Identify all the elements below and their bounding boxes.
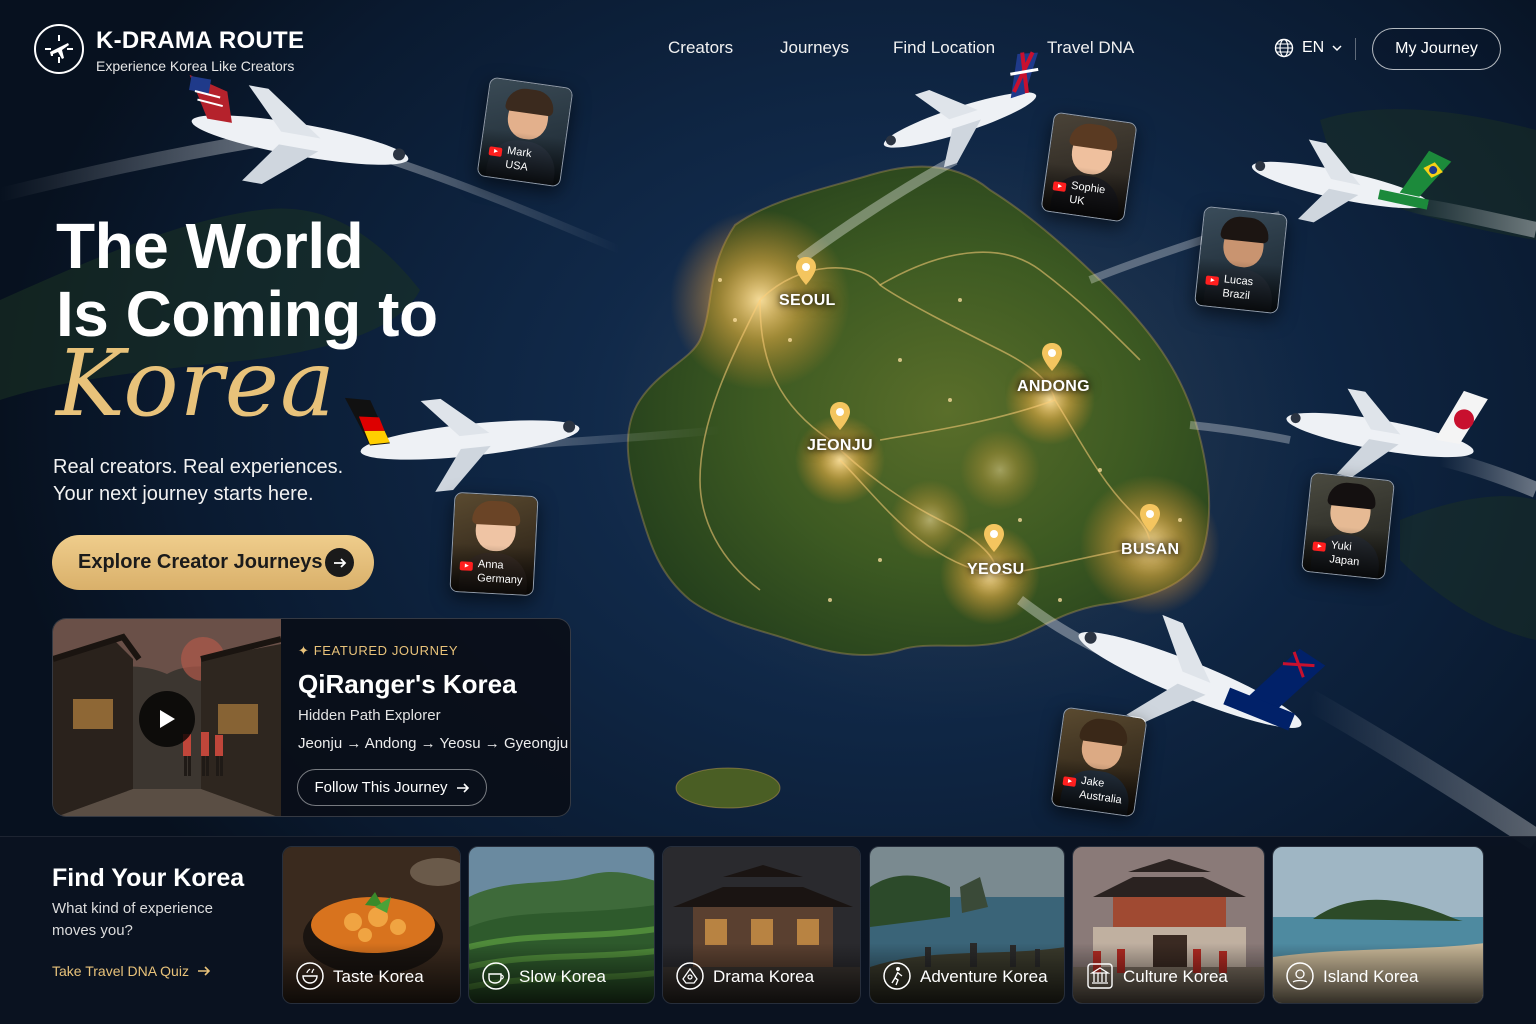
featured-subtitle: Hidden Path Explorer — [298, 707, 441, 724]
pin-andong-icon[interactable] — [1041, 342, 1063, 372]
globe-icon — [1274, 38, 1294, 58]
palace-icon — [1087, 963, 1113, 989]
featured-title: QiRanger's Korea — [298, 669, 517, 699]
brand-subtitle: Experience Korea Like Creators — [96, 58, 295, 74]
island-icon — [1286, 962, 1314, 990]
category-adventure-korea[interactable]: Adventure Korea — [869, 846, 1065, 1004]
nav-find-location[interactable]: Find Location — [893, 38, 995, 58]
category-drama-korea[interactable]: Drama Korea — [662, 846, 861, 1004]
hero-title-script: Korea — [56, 330, 336, 437]
creator-card-sophie[interactable]: Sophie UK — [1040, 111, 1138, 223]
travel-dna-quiz-label: Take Travel DNA Quiz — [52, 963, 189, 979]
arrow-right-icon — [456, 782, 469, 793]
explore-journeys-button[interactable]: Explore Creator Journeys — [52, 535, 374, 590]
category-label: Taste Korea — [333, 967, 424, 986]
category-island-korea[interactable]: Island Korea — [1272, 846, 1484, 1004]
category-label: Slow Korea — [519, 967, 606, 986]
creator-name: Anna — [477, 558, 504, 572]
featured-video-thumbnail[interactable] — [53, 619, 281, 816]
find-subtitle-line2: moves you? — [52, 922, 133, 939]
creator-card-anna[interactable]: Anna Germany — [449, 491, 539, 597]
category-culture-korea[interactable]: Culture Korea — [1072, 846, 1265, 1004]
city-label-andong: ANDONG — [1017, 378, 1090, 395]
featured-journey-card[interactable]: ✦ FEATURED JOURNEY QiRanger's Korea Hidd… — [52, 618, 571, 817]
clapper-icon — [676, 962, 704, 990]
creator-country: UK — [1068, 193, 1086, 208]
explore-journeys-label: Explore Creator Journeys — [78, 551, 323, 573]
creator-card-yuki[interactable]: Yuki Japan — [1301, 471, 1395, 581]
featured-tag: ✦ FEATURED JOURNEY — [298, 643, 459, 658]
youtube-icon — [1312, 541, 1327, 552]
hero-copy-line2: Your next journey starts here. — [53, 483, 314, 505]
category-taste-korea[interactable]: Taste Korea — [282, 846, 461, 1004]
language-label: EN — [1302, 39, 1325, 56]
pin-busan-icon[interactable] — [1139, 503, 1161, 533]
category-label: Culture Korea — [1123, 967, 1228, 986]
nav-journeys[interactable]: Journeys — [780, 38, 849, 58]
hiker-icon — [883, 962, 911, 990]
city-label-jeonju: JEONJU — [807, 437, 873, 454]
hero-title-line1: The World — [56, 210, 364, 282]
youtube-icon — [459, 561, 474, 571]
creator-country: Germany — [476, 572, 523, 587]
category-slow-korea[interactable]: Slow Korea — [468, 846, 655, 1004]
chevron-down-icon — [1332, 45, 1342, 52]
city-label-yeosu: YEOSU — [967, 561, 1025, 578]
find-your-korea-section: Find Your Korea What kind of experience … — [0, 836, 1536, 1024]
find-subtitle-line1: What kind of experience — [52, 900, 213, 917]
language-selector[interactable]: EN — [1274, 38, 1342, 58]
category-label: Island Korea — [1323, 967, 1419, 986]
city-label-seoul: SEOUL — [779, 292, 836, 309]
follow-journey-button[interactable]: Follow This Journey — [297, 769, 487, 806]
creator-card-lucas[interactable]: Lucas Brazil — [1194, 205, 1288, 315]
play-icon[interactable] — [139, 691, 195, 747]
hero-stage: SEOUL ANDONG JEONJU BUSAN YEOSU Mark USA… — [0, 0, 1536, 1024]
arrow-right-icon — [325, 548, 354, 577]
logo-plane-icon[interactable] — [34, 24, 84, 74]
find-title: Find Your Korea — [52, 864, 245, 892]
nav-creators[interactable]: Creators — [668, 38, 733, 58]
youtube-icon — [1052, 181, 1067, 192]
creator-name: Yuki — [1330, 539, 1353, 554]
city-label-busan: BUSAN — [1121, 541, 1180, 558]
creator-card-jake[interactable]: Jake Australia — [1050, 706, 1148, 818]
category-label: Adventure Korea — [920, 967, 1048, 986]
pin-yeosu-icon[interactable] — [983, 523, 1005, 553]
pin-jeonju-icon[interactable] — [829, 401, 851, 431]
pin-seoul-icon[interactable] — [795, 256, 817, 286]
brand-title[interactable]: K-DRAMA ROUTE — [96, 27, 304, 55]
top-header: K-DRAMA ROUTE Experience Korea Like Crea… — [0, 0, 1536, 96]
travel-dna-quiz-link[interactable]: Take Travel DNA Quiz — [52, 963, 211, 979]
youtube-icon — [488, 146, 503, 157]
my-journey-button[interactable]: My Journey — [1372, 28, 1501, 70]
arrow-right-icon — [197, 966, 211, 976]
youtube-icon — [1062, 776, 1077, 787]
header-divider — [1355, 38, 1356, 60]
nav-travel-dna[interactable]: Travel DNA — [1047, 38, 1134, 58]
youtube-icon — [1205, 275, 1220, 286]
bowl-icon — [296, 962, 324, 990]
hero-copy-line1: Real creators. Real experiences. — [53, 456, 344, 478]
featured-route: Jeonju → Andong → Yeosu → Gyeongju — [298, 735, 569, 752]
tea-cup-icon — [482, 962, 510, 990]
category-label: Drama Korea — [713, 967, 815, 986]
follow-journey-label: Follow This Journey — [314, 779, 448, 796]
